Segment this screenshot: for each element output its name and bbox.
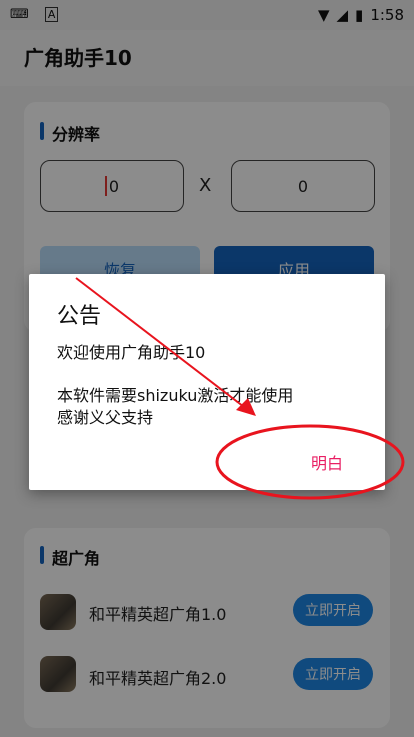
annotation-arrow-line xyxy=(75,277,249,411)
annotation-arrow-head xyxy=(236,398,256,416)
annotation-ellipse xyxy=(215,424,405,500)
annotation-overlay xyxy=(75,277,405,500)
